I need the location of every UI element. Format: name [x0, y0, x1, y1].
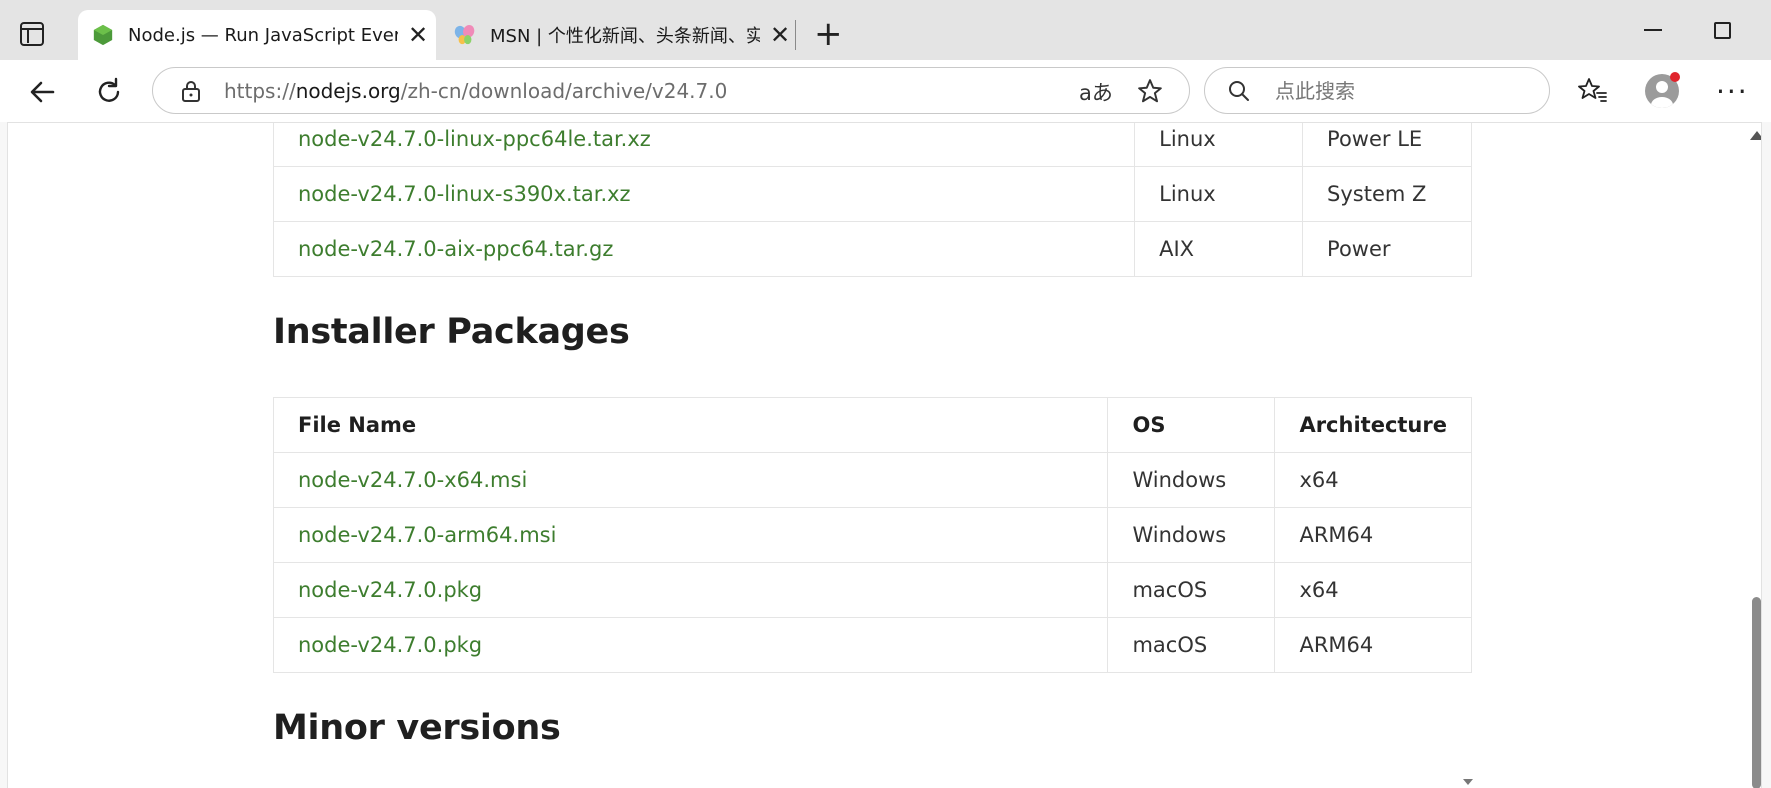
favorites-icon[interactable]: [1578, 76, 1608, 106]
installer-table: File Name OS Architecture node-v24.7.0-x…: [272, 397, 1472, 673]
new-tab-icon[interactable]: +: [814, 16, 843, 52]
tab-title: MSN | 个性化新闻、头条新闻、实时: [490, 26, 760, 47]
notification-badge: [1670, 72, 1680, 82]
scrollbar-thumb[interactable]: [1752, 597, 1761, 788]
tab-msn[interactable]: MSN | 个性化新闻、头条新闻、实时 ✕: [440, 10, 792, 60]
page-content: node-v24.7.0-linux-ppc64le.tar.xz Linux …: [272, 123, 1473, 788]
table-row: node-v24.7.0-aix-ppc64.tar.gz AIX Power: [272, 221, 1472, 277]
file-link[interactable]: node-v24.7.0-arm64.msi: [298, 523, 556, 547]
os-cell: Windows: [1107, 452, 1276, 508]
arch-cell: x64: [1274, 562, 1472, 618]
msn-butterfly-icon: [454, 25, 475, 45]
installer-packages-heading: Installer Packages: [273, 312, 630, 352]
os-cell: AIX: [1134, 221, 1304, 277]
os-cell: macOS: [1107, 562, 1276, 618]
scroll-down-arrow-icon[interactable]: [1463, 779, 1473, 785]
page-viewport: node-v24.7.0-linux-ppc64le.tar.xz Linux …: [7, 122, 1762, 788]
address-bar[interactable]: https://nodejs.org/zh-cn/download/archiv…: [152, 67, 1190, 114]
tab-strip: Node.js — Run JavaScript Everywhere ✕ MS…: [0, 0, 1771, 60]
tab-nodejs[interactable]: Node.js — Run JavaScript Everywhere ✕: [78, 10, 436, 60]
refresh-icon[interactable]: [89, 72, 129, 112]
tab-title: Node.js — Run JavaScript Everywhere: [128, 24, 398, 46]
search-icon: [1229, 81, 1249, 101]
maximize-icon[interactable]: [1714, 22, 1731, 39]
browser-toolbar: https://nodejs.org/zh-cn/download/archiv…: [0, 60, 1771, 122]
more-options-icon[interactable]: ···: [1716, 78, 1749, 106]
table-header-row: File Name OS Architecture: [272, 397, 1472, 453]
arch-cell: Power: [1302, 221, 1472, 277]
table-row: node-v24.7.0.pkg macOS ARM64: [272, 617, 1472, 673]
file-link[interactable]: node-v24.7.0-linux-s390x.tar.xz: [298, 182, 631, 206]
arch-cell: ARM64: [1274, 617, 1472, 673]
close-tab-icon[interactable]: ✕: [406, 21, 430, 49]
minor-versions-heading: Minor versions: [273, 708, 561, 748]
scroll-up-arrow-icon[interactable]: [1750, 131, 1761, 140]
file-link[interactable]: node-v24.7.0.pkg: [298, 578, 482, 602]
url-host: nodejs.org: [295, 79, 401, 103]
file-link[interactable]: node-v24.7.0-x64.msi: [298, 468, 527, 492]
arch-cell: System Z: [1302, 166, 1472, 222]
file-link[interactable]: node-v24.7.0-aix-ppc64.tar.gz: [298, 237, 613, 261]
nodejs-hexagon-icon: [93, 24, 113, 46]
url-text[interactable]: https://nodejs.org/zh-cn/download/archiv…: [224, 79, 727, 103]
tab-actions-icon[interactable]: [20, 22, 44, 46]
file-link[interactable]: node-v24.7.0-linux-ppc64le.tar.xz: [298, 127, 651, 151]
column-header-file: File Name: [272, 397, 1109, 453]
os-cell: Windows: [1107, 507, 1276, 563]
back-arrow-icon[interactable]: [23, 72, 63, 112]
url-prefix: https://: [224, 79, 296, 103]
close-tab-icon[interactable]: ✕: [768, 21, 792, 49]
arch-cell: ARM64: [1274, 507, 1472, 563]
table-row: node-v24.7.0-linux-s390x.tar.xz Linux Sy…: [272, 166, 1472, 222]
binaries-table: node-v24.7.0-linux-ppc64le.tar.xz Linux …: [272, 123, 1472, 277]
lock-icon[interactable]: [179, 79, 203, 103]
os-cell: Linux: [1134, 166, 1304, 222]
minimize-icon[interactable]: [1644, 29, 1662, 31]
read-aloud-icon[interactable]: aあ: [1079, 77, 1113, 107]
star-icon[interactable]: [1137, 78, 1163, 104]
os-cell: macOS: [1107, 617, 1276, 673]
url-path: /zh-cn/download/archive/v24.7.0: [400, 79, 728, 103]
table-row: node-v24.7.0-x64.msi Windows x64: [272, 452, 1472, 508]
table-row: node-v24.7.0-arm64.msi Windows ARM64: [272, 507, 1472, 563]
arch-cell: Power LE: [1302, 123, 1472, 167]
table-row: node-v24.7.0.pkg macOS x64: [272, 562, 1472, 618]
table-row: node-v24.7.0-linux-ppc64le.tar.xz Linux …: [272, 123, 1472, 167]
file-link[interactable]: node-v24.7.0.pkg: [298, 633, 482, 657]
tab-divider: [795, 20, 796, 50]
search-input[interactable]: [1275, 76, 1535, 106]
arch-cell: x64: [1274, 452, 1472, 508]
column-header-os: OS: [1107, 397, 1276, 453]
search-box[interactable]: [1204, 67, 1550, 114]
column-header-arch: Architecture: [1274, 397, 1472, 453]
os-cell: Linux: [1134, 123, 1304, 167]
